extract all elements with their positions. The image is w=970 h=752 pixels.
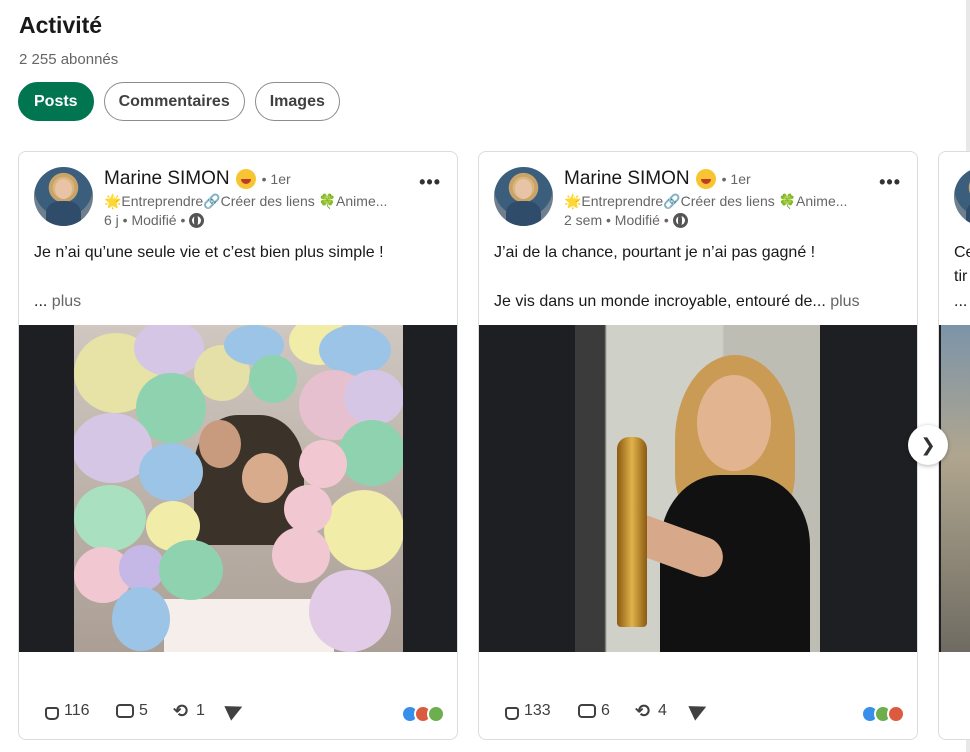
globe-icon xyxy=(189,212,205,228)
send-button[interactable] xyxy=(224,699,246,721)
post-image[interactable] xyxy=(19,325,457,652)
comment-icon xyxy=(116,704,134,718)
avatar[interactable] xyxy=(494,167,553,226)
tab-images[interactable]: Images xyxy=(254,82,340,121)
like-count: 116 xyxy=(64,702,90,719)
more-options-icon[interactable]: ••• xyxy=(419,172,441,193)
post-actions: 116 5 ⟲ 1 xyxy=(19,699,457,730)
like-button[interactable]: 133 xyxy=(505,702,551,720)
comment-button[interactable]: 6 xyxy=(578,702,610,720)
repost-button[interactable]: ⟲ 4 xyxy=(635,702,667,720)
post-text-more: Je vis dans un monde incroyable, entouré… xyxy=(494,293,860,310)
author-name[interactable]: Marine SIMON • 1er xyxy=(564,168,751,190)
post-meta: 6 j • Modifié • xyxy=(104,212,205,228)
connection-degree: • 1er xyxy=(261,171,291,187)
post-card[interactable]: Marine SIMON • 1er 🌟Entreprendre🔗Créer d… xyxy=(478,151,918,740)
thumbs-up-icon xyxy=(45,706,59,720)
post-text: Ce xyxy=(954,244,970,261)
post-text: tir xyxy=(954,268,968,285)
reactions-summary[interactable] xyxy=(861,705,905,723)
tab-posts[interactable]: Posts xyxy=(18,82,94,121)
comment-icon xyxy=(578,704,596,718)
reaction-icon xyxy=(887,705,905,723)
balloons-photo xyxy=(74,325,403,652)
post-text: ... xyxy=(954,293,968,310)
author-headline: 🌟Entreprendre🔗Créer des liens 🍀Anime... xyxy=(564,193,848,209)
repost-icon: ⟲ xyxy=(635,701,651,721)
reactions-summary[interactable] xyxy=(401,705,445,723)
post-meta: 2 sem • Modifié • xyxy=(564,212,688,228)
post-image[interactable] xyxy=(939,325,970,652)
comment-button[interactable]: 5 xyxy=(116,702,148,720)
post-text: Je n’ai qu’une seule vie et c’est bien p… xyxy=(34,244,384,261)
like-count: 133 xyxy=(524,702,551,719)
avatar[interactable] xyxy=(34,167,93,226)
repost-icon: ⟲ xyxy=(173,701,189,721)
author-headline: 🌟Entreprendre🔗Créer des liens 🍀Anime... xyxy=(104,193,388,209)
post-text: J’ai de la chance, pourtant je n’ai pas … xyxy=(494,244,816,261)
grinning-emoji-icon xyxy=(235,169,256,189)
like-button[interactable]: 116 xyxy=(45,702,90,720)
repost-count: 1 xyxy=(196,702,205,719)
tab-commentaires[interactable]: Commentaires xyxy=(103,82,245,121)
followers-count: 2 255 abonnés xyxy=(19,51,119,68)
next-arrow-button[interactable]: ❯ xyxy=(908,425,948,465)
post-image[interactable] xyxy=(479,325,917,652)
more-options-icon[interactable]: ••• xyxy=(879,172,901,193)
railway-photo xyxy=(941,325,970,652)
post-card[interactable]: Marine SIMON • 1er 🌟Entreprendre🔗Créer d… xyxy=(18,151,458,740)
globe-icon xyxy=(672,212,688,228)
repost-count: 4 xyxy=(658,702,667,719)
send-icon xyxy=(688,699,710,721)
activity-tabs: Posts Commentaires Images xyxy=(18,82,340,121)
thumbs-up-icon xyxy=(505,706,519,720)
see-more-link[interactable]: plus xyxy=(830,293,859,310)
send-icon xyxy=(224,699,246,721)
send-button[interactable] xyxy=(688,699,710,721)
post-actions: 133 6 ⟲ 4 xyxy=(479,699,917,730)
avatar[interactable] xyxy=(954,167,970,226)
reaction-icon xyxy=(427,705,445,723)
post-text-more: ... plus xyxy=(34,293,82,310)
chevron-right-icon: ❯ xyxy=(920,434,936,455)
author-name[interactable]: Marine SIMON • 1er xyxy=(104,168,291,190)
grinning-emoji-icon xyxy=(695,169,716,189)
comment-count: 5 xyxy=(139,702,148,719)
comment-count: 6 xyxy=(601,702,610,719)
trophy-photo xyxy=(575,325,820,652)
repost-button[interactable]: ⟲ 1 xyxy=(173,702,205,720)
see-more-link[interactable]: plus xyxy=(52,293,81,310)
connection-degree: • 1er xyxy=(721,171,751,187)
page-title: Activité xyxy=(19,12,103,38)
